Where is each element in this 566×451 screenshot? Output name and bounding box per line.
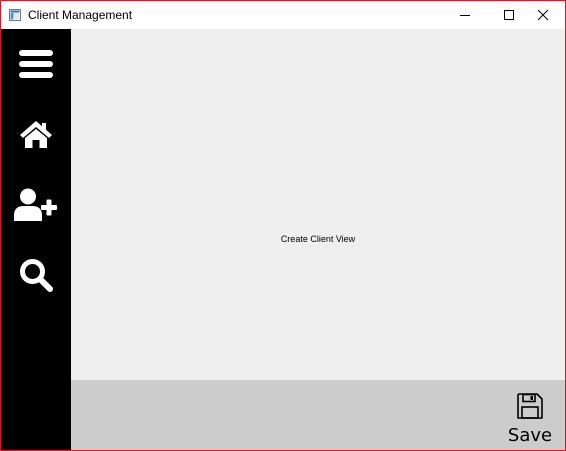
sidebar-item-search[interactable] xyxy=(1,244,71,306)
floppy-disk-icon xyxy=(517,393,543,419)
app-window: Client Management Create Client View Sav… xyxy=(0,0,566,451)
sidebar-item-home[interactable] xyxy=(1,103,71,165)
sidebar-item-menu[interactable] xyxy=(1,33,71,95)
minimize-icon xyxy=(460,15,470,16)
minimize-button[interactable] xyxy=(443,1,487,29)
add-user-icon xyxy=(14,188,57,221)
title-bar[interactable]: Client Management xyxy=(1,1,565,29)
save-label: Save xyxy=(507,425,553,446)
menu-icon xyxy=(19,50,53,78)
close-button[interactable] xyxy=(521,1,565,29)
window-title: Client Management xyxy=(28,8,133,22)
search-icon xyxy=(20,259,53,292)
maximize-icon xyxy=(504,10,514,20)
bottom-bar: Save xyxy=(71,380,565,450)
close-icon xyxy=(537,9,549,21)
view-label: Create Client View xyxy=(280,234,356,244)
sidebar xyxy=(1,29,71,450)
home-icon xyxy=(20,121,52,148)
sidebar-item-add-client[interactable] xyxy=(1,174,71,236)
content-area: Create Client View xyxy=(71,29,565,380)
app-icon xyxy=(9,8,21,21)
save-button[interactable]: Save xyxy=(501,390,559,446)
